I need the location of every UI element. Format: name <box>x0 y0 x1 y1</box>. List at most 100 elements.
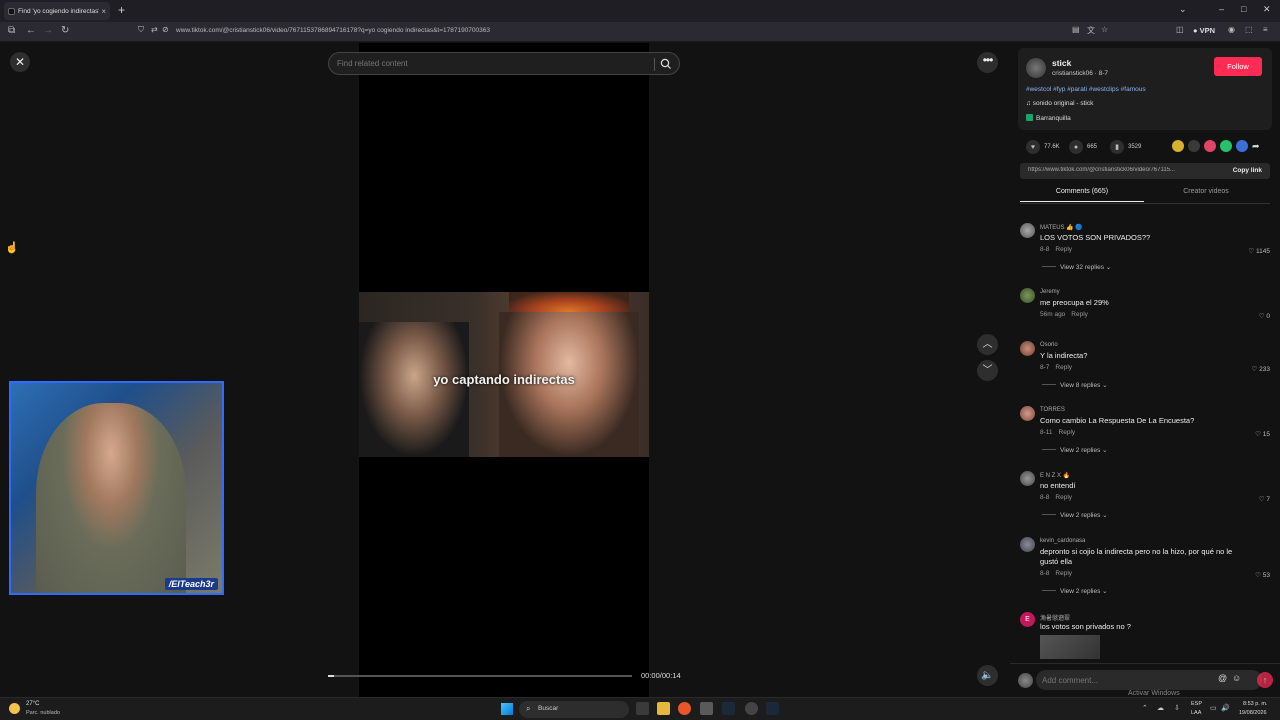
tab-close-icon[interactable]: × <box>101 7 106 16</box>
share-friends-icon[interactable] <box>1172 140 1184 152</box>
volume-icon[interactable]: 🔈 <box>977 665 998 686</box>
send-comment-button[interactable]: ↑ <box>1257 672 1273 688</box>
comment-button[interactable]: ● 665 <box>1069 140 1097 154</box>
comment-avatar[interactable] <box>1020 223 1035 238</box>
add-comment-input[interactable] <box>1036 670 1262 690</box>
previous-video-button[interactable]: ︿ <box>977 334 998 355</box>
video-progress-bar[interactable] <box>328 675 632 677</box>
search-input[interactable] <box>337 59 647 68</box>
tray-app-icon[interactable]: ☁ <box>1157 704 1164 712</box>
file-explorer-icon[interactable] <box>657 702 670 715</box>
tray-expand-icon[interactable]: ⌃ <box>1142 704 1148 712</box>
reply-button[interactable]: Reply <box>1055 570 1072 577</box>
next-video-button[interactable]: ﹀ <box>977 360 998 381</box>
extensions-icon[interactable]: ⬚ <box>1245 25 1253 34</box>
hashtags[interactable]: #westcol #fyp #parati #westclips #famous <box>1026 86 1146 93</box>
comment-image[interactable] <box>1040 635 1100 659</box>
embed-icon[interactable] <box>1188 140 1200 152</box>
view-replies-button[interactable]: View 8 replies ⌄ <box>1042 381 1108 389</box>
video-player[interactable]: yo captando indirectas <box>359 43 649 697</box>
network-icon[interactable]: ▭ <box>1210 704 1217 712</box>
close-video-button[interactable]: ✕ <box>10 52 30 72</box>
clock-time[interactable]: 8:53 p. m. <box>1243 701 1267 707</box>
like-button[interactable]: ♥ 77.6K <box>1026 140 1060 154</box>
comment-like[interactable]: ♡ 7 <box>1259 495 1270 503</box>
share-whatsapp-icon[interactable] <box>1220 140 1232 152</box>
comment-username[interactable]: MATEUS 👍 🔵 <box>1040 224 1083 231</box>
minimize-button[interactable]: – <box>1219 4 1224 14</box>
comment-avatar[interactable] <box>1020 537 1035 552</box>
vpn-button[interactable]: ● VPN <box>1193 26 1215 35</box>
maximize-button[interactable]: □ <box>1241 4 1246 14</box>
reply-button[interactable]: Reply <box>1055 494 1072 501</box>
share-facebook-icon[interactable] <box>1236 140 1248 152</box>
windows-start-icon[interactable] <box>501 703 513 715</box>
author-avatar[interactable] <box>1026 58 1046 78</box>
comment-avatar[interactable] <box>1020 471 1035 486</box>
tracking-icon[interactable]: ⊘ <box>162 25 169 34</box>
task-view-icon[interactable] <box>636 702 649 715</box>
comment-username[interactable]: Jeremy <box>1040 289 1060 295</box>
view-replies-button[interactable]: View 32 replies ⌄ <box>1042 263 1111 271</box>
emoji-icon[interactable]: ☺ <box>1232 673 1241 683</box>
usb-icon[interactable]: ⇩ <box>1174 704 1180 712</box>
shield-icon[interactable]: ⛉ <box>138 25 144 35</box>
location-link[interactable]: Barranquilla <box>1026 114 1071 122</box>
tab-comments[interactable]: Comments (665) <box>1020 188 1144 202</box>
related-search-bar[interactable] <box>328 52 680 75</box>
search-icon[interactable] <box>660 58 672 70</box>
follow-button[interactable]: Follow <box>1214 57 1262 76</box>
reload-icon[interactable]: ↻ <box>61 25 69 36</box>
clock-date[interactable]: 19/08/2026 <box>1239 710 1267 716</box>
share-more-icon[interactable]: ➦ <box>1252 140 1264 152</box>
firefox-icon[interactable] <box>678 702 691 715</box>
account-icon[interactable]: ◉ <box>1228 25 1235 34</box>
share-pinterest-icon[interactable] <box>1204 140 1216 152</box>
comment-avatar[interactable] <box>1020 406 1035 421</box>
translate-icon[interactable]: 文 <box>1087 25 1095 36</box>
comment-avatar[interactable]: E <box>1020 612 1035 627</box>
back-arrow-icon[interactable]: ← <box>26 25 36 36</box>
mention-icon[interactable]: @ <box>1218 673 1227 683</box>
weather-temp[interactable]: 27°C <box>26 701 39 707</box>
app-icon[interactable] <box>700 702 713 715</box>
comment-avatar[interactable] <box>1020 288 1035 303</box>
window-close-button[interactable]: ✕ <box>1263 4 1271 15</box>
menu-icon[interactable]: ≡ <box>1263 25 1268 34</box>
sound-link[interactable]: ♫ sonido original - stick <box>1026 100 1093 107</box>
comment-like[interactable]: ♡ 53 <box>1255 571 1270 579</box>
language-layout[interactable]: LAA <box>1191 710 1201 716</box>
weather-icon[interactable] <box>9 703 20 714</box>
author-handle[interactable]: cristianstick06 · 8-7 <box>1052 70 1108 77</box>
volume-tray-icon[interactable]: 🔊 <box>1221 704 1230 712</box>
comment-username[interactable]: TORRES <box>1040 407 1065 413</box>
copy-link-button[interactable]: Copy link <box>1233 167 1262 174</box>
save-button[interactable]: ▮ 3529 <box>1110 140 1141 154</box>
reader-view-icon[interactable]: ▤ <box>1072 25 1080 34</box>
comment-like[interactable]: ♡ 1145 <box>1248 247 1270 255</box>
reply-button[interactable]: Reply <box>1055 246 1072 253</box>
tab-creator-videos[interactable]: Creator videos <box>1144 188 1268 201</box>
reply-button[interactable]: Reply <box>1071 311 1088 318</box>
video-link[interactable]: https://www.tiktok.com/@cristianstick06/… <box>1028 167 1208 173</box>
comment-like[interactable]: ♡ 15 <box>1255 430 1270 438</box>
comment-like[interactable]: ♡ 0 <box>1259 312 1270 320</box>
language-indicator[interactable]: ESP <box>1191 701 1202 707</box>
new-tab-button[interactable]: + <box>118 3 125 17</box>
sidebar-toggle-icon[interactable]: ⧉ <box>8 25 15 36</box>
comment-username[interactable]: E N Z X 🔥 <box>1040 472 1070 479</box>
browser-tab[interactable]: Find 'yo cogiendo indirectas' o × <box>4 2 110 20</box>
tab-list-chevron-icon[interactable]: ⌄ <box>1179 4 1187 15</box>
steam-icon[interactable] <box>722 702 735 715</box>
author-username[interactable]: stick <box>1052 58 1071 68</box>
more-options-button[interactable]: ••• <box>977 52 998 73</box>
taskbar-search[interactable]: ⌕ Buscar <box>519 701 629 718</box>
bookmark-star-icon[interactable]: ☆ <box>1101 25 1108 34</box>
address-bar[interactable]: www.tiktok.com/@cristianstick06/video/76… <box>176 27 490 34</box>
comment-username[interactable]: 漁暑懲遡翠 <box>1040 613 1070 622</box>
reply-button[interactable]: Reply <box>1055 364 1072 371</box>
screenshot-icon[interactable]: ◫ <box>1176 25 1184 34</box>
forward-arrow-icon[interactable]: → <box>43 25 53 36</box>
permissions-icon[interactable]: ⇄ <box>151 25 158 34</box>
comment-avatar[interactable] <box>1020 341 1035 356</box>
